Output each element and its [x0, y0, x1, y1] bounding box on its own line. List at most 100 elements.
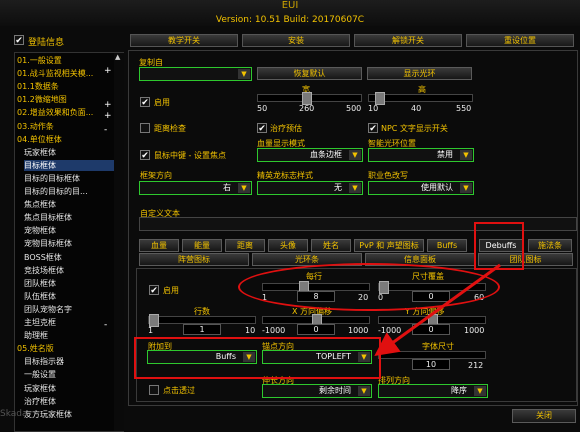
collapse-icon[interactable]: - [104, 125, 107, 135]
class-color-label: 职业色改写 [368, 171, 408, 180]
subtab-faction-icon[interactable]: 阵营图标 [139, 253, 249, 266]
sidebar-item[interactable]: 03.动作条 [17, 121, 115, 132]
close-button[interactable]: 关闭 [512, 409, 576, 423]
enable-label: 启用 [154, 98, 170, 107]
elite-style-dropdown[interactable]: 无 ▼ [257, 181, 363, 195]
tab-reset-position[interactable]: 重设位置 [466, 34, 574, 47]
subtab-range[interactable]: 距离 [225, 239, 265, 252]
login-info-label: 登陆信息 [28, 38, 65, 48]
collapse-icon[interactable]: - [104, 320, 107, 330]
tab-tutorial[interactable]: 教学开关 [130, 34, 238, 47]
smart-halo-dropdown[interactable]: 禁用 ▼ [368, 148, 474, 162]
npc-text-label: NPC 文字显示开关 [381, 124, 448, 133]
subtab-castbar[interactable]: 施法条 [528, 239, 572, 252]
class-color-dropdown[interactable]: 使用默认 ▼ [368, 181, 474, 195]
window-title: EUI [281, 0, 299, 11]
restore-default-button[interactable]: 恢复默认 [257, 67, 362, 80]
rows-value[interactable]: 1 [183, 324, 221, 335]
scroll-up-icon[interactable]: ▲ [115, 53, 120, 61]
sidebar-item[interactable]: 焦点目标框体 [24, 212, 116, 223]
sidebar-item[interactable]: 竞技场框体 [24, 265, 116, 276]
watermark-text: Skada [0, 409, 28, 419]
class-color-value: 使用默认 [421, 183, 453, 192]
sidebar-item[interactable]: 团队框体 [24, 278, 116, 289]
height-slider[interactable] [368, 92, 473, 105]
sidebar-item[interactable]: 宠物目标框体 [24, 238, 116, 249]
sidebar-item[interactable]: 目标框体 [24, 159, 116, 171]
subtab-portrait[interactable]: 头像 [268, 239, 308, 252]
expand-icon[interactable]: + [104, 111, 112, 121]
sidebar-item[interactable]: BOSS框体 [24, 252, 116, 263]
sidebar-item[interactable]: 04.单位框体 [17, 134, 115, 145]
annotation-rectangle [134, 337, 381, 379]
x-offset-slider[interactable] [262, 314, 370, 327]
click-through-checkbox[interactable] [149, 385, 159, 395]
sidebar-item[interactable]: 目标的目标的目... [24, 186, 116, 197]
heal-prediction-label: 治疗预估 [270, 124, 302, 133]
sidebar-item[interactable]: 02.增益效果和负面... [17, 107, 115, 118]
subtab-health[interactable]: 血量 [139, 239, 179, 252]
sidebar-item[interactable]: 目标指示器 [24, 356, 116, 367]
elite-style-label: 精英龙标志样式 [257, 171, 313, 180]
health-mode-dropdown[interactable]: 血条边框 ▼ [257, 148, 363, 162]
width-value[interactable]: 260 [299, 104, 314, 113]
sidebar-item[interactable]: 友方玩家框体 [24, 409, 116, 420]
sidebar-item[interactable]: 治疗框体 [24, 396, 116, 407]
expand-icon[interactable]: + [104, 100, 112, 110]
width-slider[interactable] [257, 92, 362, 105]
subtab-buffs[interactable]: Buffs [427, 239, 467, 252]
x-offset-min: -1000 [262, 326, 286, 335]
subtab-pvp[interactable]: PvP 和 声望图标 [354, 239, 424, 252]
enable-checkbox[interactable]: ✔ [140, 97, 150, 108]
sidebar-item[interactable]: 主坦克框 [24, 317, 116, 328]
sidebar-item[interactable]: 助理框 [24, 330, 116, 341]
copy-from-dropdown[interactable] [139, 67, 252, 81]
chevron-down-icon[interactable]: ▼ [349, 183, 361, 193]
sort-dir-dropdown[interactable]: 降序 ▼ [378, 384, 488, 398]
subtab-power[interactable]: 能量 [182, 239, 222, 252]
tab-install[interactable]: 安装 [242, 34, 350, 47]
sidebar-item[interactable]: 玩家框体 [24, 147, 116, 158]
sidebar-item[interactable]: 05.姓名版 [17, 343, 115, 354]
show-halo-button[interactable]: 显示光环 [367, 67, 472, 80]
sidebar-item[interactable]: 团队宠物名字 [24, 304, 116, 315]
expand-icon[interactable]: + [104, 66, 112, 76]
sidebar-item[interactable]: 01.2微缩地图 [17, 94, 115, 105]
sidebar-item[interactable]: 目标的目标框体 [24, 173, 116, 184]
height-value[interactable]: 40 [411, 104, 421, 113]
chevron-down-icon[interactable]: ▼ [238, 69, 250, 79]
chevron-down-icon[interactable]: ▼ [238, 183, 250, 193]
grow-dir-value: 剩余时间 [319, 386, 351, 395]
grow-dir-dropdown[interactable]: 剩余时间 ▼ [262, 384, 372, 398]
x-offset-max: 1000 [348, 326, 369, 335]
smart-halo-value: 禁用 [437, 150, 453, 159]
mouse-focus-checkbox[interactable]: ✔ [140, 150, 150, 161]
sidebar-item[interactable]: 队伍框体 [24, 291, 116, 302]
tab-unlock[interactable]: 解锁开关 [354, 34, 462, 47]
sidebar-item[interactable]: 宠物框体 [24, 225, 116, 236]
x-offset-value[interactable]: 0 [297, 324, 335, 335]
sidebar-item[interactable]: 01.战斗监视相关模... [17, 68, 115, 79]
heal-prediction-checkbox[interactable]: ✔ [257, 123, 267, 134]
chevron-down-icon[interactable]: ▼ [358, 386, 370, 396]
debuffs-enable-checkbox[interactable]: ✔ [149, 285, 159, 296]
subtab-name[interactable]: 姓名 [311, 239, 351, 252]
chevron-down-icon[interactable]: ▼ [474, 386, 486, 396]
sidebar-item[interactable]: 焦点框体 [24, 199, 116, 210]
chevron-down-icon[interactable]: ▼ [460, 150, 472, 160]
range-check-checkbox[interactable] [140, 123, 150, 133]
click-through-label: 点击透过 [163, 386, 195, 395]
login-info-checkbox[interactable]: ✔ [14, 35, 24, 46]
sidebar-item[interactable]: 01.一般设置 [17, 55, 115, 66]
range-check-label: 距离检查 [154, 124, 186, 133]
sidebar-scrollbar[interactable] [114, 53, 124, 431]
chevron-down-icon[interactable]: ▼ [349, 150, 361, 160]
rows-slider[interactable] [148, 314, 256, 327]
frame-dir-dropdown[interactable]: 右 ▼ [139, 181, 252, 195]
npc-text-checkbox[interactable]: ✔ [368, 123, 378, 134]
chevron-down-icon[interactable]: ▼ [460, 183, 472, 193]
elite-style-value: 无 [334, 183, 342, 192]
sidebar-item[interactable]: 玩家框体 [24, 383, 116, 394]
sidebar-item[interactable]: 01.1数据条 [17, 81, 115, 92]
sidebar-item[interactable]: 一般设置 [24, 369, 116, 380]
